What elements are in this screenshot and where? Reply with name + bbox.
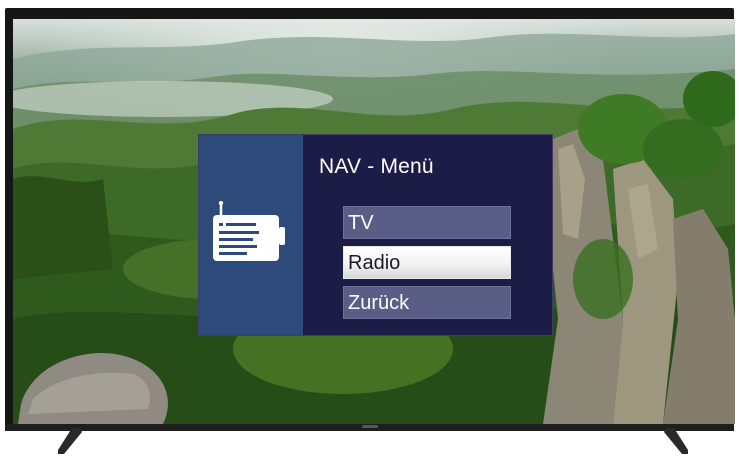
menu-item-back[interactable]: Zurück xyxy=(343,286,511,319)
tv-leg-right xyxy=(664,428,688,454)
menu-item-radio[interactable]: Radio xyxy=(343,246,511,279)
nav-menu-list: TV Radio Zurück xyxy=(343,206,511,326)
radio-icon xyxy=(213,201,285,261)
nav-menu-dialog: NAV - Menü TV Radio Zurück xyxy=(198,134,553,336)
nav-menu-title: NAV - Menü xyxy=(319,155,434,178)
tv-brand-logo xyxy=(362,425,378,428)
tv-leg-left xyxy=(58,428,82,454)
menu-item-tv[interactable]: TV xyxy=(343,206,511,239)
tv-display: NAV - Menü TV Radio Zurück xyxy=(0,0,739,458)
nav-menu-sidebar xyxy=(199,135,303,335)
